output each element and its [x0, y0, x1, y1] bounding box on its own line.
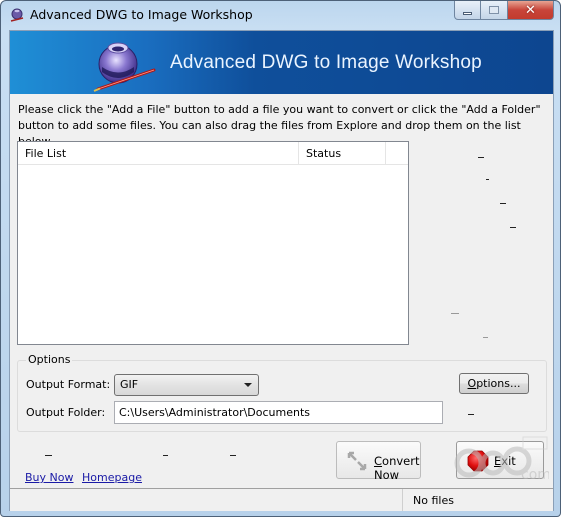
options-group-label: Options — [26, 353, 73, 366]
column-header-status[interactable]: Status — [299, 142, 386, 165]
maximize-icon — [489, 6, 499, 14]
minimize-icon — [463, 11, 472, 15]
app-window: Advanced DWG to Image Workshop ✕ Advance… — [0, 0, 561, 517]
output-folder-input[interactable]: C:\Users\Administrator\Documents — [114, 401, 443, 424]
convert-now-button[interactable]: Convert Now — [336, 441, 421, 482]
header-banner: Advanced DWG to Image Workshop — [10, 31, 553, 94]
maximize-button[interactable] — [481, 1, 508, 20]
status-pane: No files — [402, 489, 553, 511]
chevron-down-icon — [244, 383, 252, 387]
output-format-select[interactable]: GIF — [114, 374, 259, 396]
buy-now-link[interactable]: Buy Now — [25, 471, 73, 484]
artifact-dash — [45, 455, 52, 456]
convert-arrows-icon — [347, 451, 367, 471]
window-title: Advanced DWG to Image Workshop — [30, 7, 253, 22]
file-list-header: File List Status — [18, 142, 408, 165]
stop-sign-icon — [467, 450, 489, 472]
close-button[interactable]: ✕ — [508, 1, 554, 20]
artifact-dash — [451, 313, 459, 314]
status-bar: No files — [10, 488, 553, 511]
status-text: No files — [413, 494, 454, 507]
client-area: Advanced DWG to Image Workshop Please cl… — [9, 30, 554, 511]
minimize-button[interactable] — [454, 1, 481, 20]
caption-buttons: ✕ — [454, 1, 554, 21]
artifact-dash — [510, 227, 516, 228]
convert-now-label: Convert Now — [374, 454, 420, 482]
artifact-dash — [486, 179, 489, 180]
homepage-link[interactable]: Homepage — [82, 471, 142, 484]
exit-label: Exit — [494, 454, 516, 468]
artifact-dash — [230, 455, 236, 456]
options-button-label: Options... — [467, 377, 521, 390]
artifact-dash — [500, 203, 506, 204]
options-button[interactable]: Options... — [459, 373, 529, 394]
output-folder-label: Output Folder: — [26, 406, 106, 419]
close-icon: ✕ — [525, 2, 536, 18]
column-header-file-list[interactable]: File List — [18, 142, 299, 165]
app-icon — [10, 8, 24, 22]
title-bar[interactable]: Advanced DWG to Image Workshop ✕ — [1, 1, 560, 30]
exit-button[interactable]: Exit — [456, 441, 544, 479]
options-group: Options Output Format: GIF Output Folder… — [17, 353, 547, 432]
file-list[interactable]: File List Status — [17, 141, 409, 345]
output-format-label: Output Format: — [26, 378, 111, 391]
artifact-dash — [478, 157, 484, 158]
banner-title: Advanced DWG to Image Workshop — [170, 52, 482, 73]
artifact-dash — [163, 455, 168, 456]
ink-bottle-pen-icon — [93, 42, 156, 92]
output-format-value: GIF — [120, 378, 139, 391]
artifact-dash — [483, 337, 488, 338]
